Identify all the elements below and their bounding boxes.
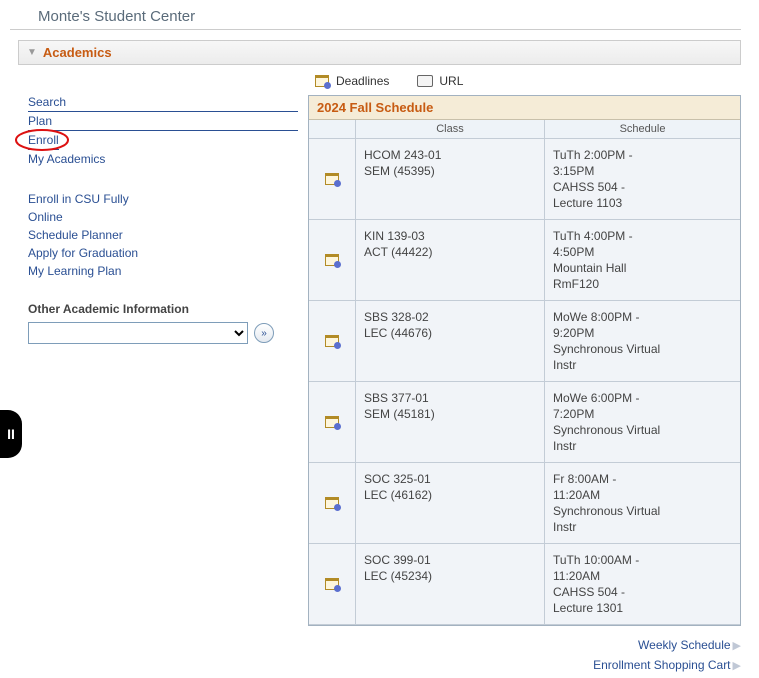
go-button[interactable]: »: [254, 323, 274, 343]
class-cell: SOC 399-01LEC (45234): [355, 544, 544, 624]
other-academic-info-label: Other Academic Information: [28, 302, 298, 316]
nav-search[interactable]: Search: [28, 93, 298, 112]
nav-group-secondary: Enroll in CSU Fully Online Schedule Plan…: [28, 190, 298, 280]
link-enrollment-cart[interactable]: Enrollment Shopping Cart: [593, 658, 730, 672]
class-cell: SBS 328-02LEC (44676): [355, 301, 544, 381]
schedule-row: SBS 377-01SEM (45181)MoWe 6:00PM -7:20PM…: [309, 382, 740, 463]
row-icon-cell[interactable]: [309, 544, 355, 624]
schedule-cell: MoWe 6:00PM -7:20PMSynchronous VirtualIn…: [544, 382, 740, 462]
other-academic-info-select[interactable]: [28, 322, 248, 344]
section-header-academics[interactable]: ▼ Academics: [18, 40, 741, 65]
url-icon: [417, 73, 433, 89]
arrow-icon: ▶: [733, 640, 741, 652]
schedule-row: SOC 325-01LEC (46162)Fr 8:00AM -11:20AMS…: [309, 463, 740, 544]
pause-tab[interactable]: II: [0, 410, 22, 458]
schedule-row: SOC 399-01LEC (45234)TuTh 10:00AM -11:20…: [309, 544, 740, 625]
tab-url-label: URL: [439, 74, 463, 88]
schedule-row: SBS 328-02LEC (44676)MoWe 8:00PM -9:20PM…: [309, 301, 740, 382]
arrow-icon: ▶: [733, 660, 741, 672]
tab-deadlines[interactable]: Deadlines: [314, 73, 389, 89]
nav-enroll[interactable]: Enroll: [28, 131, 59, 150]
row-icon-cell[interactable]: [309, 463, 355, 543]
class-cell: SOC 325-01LEC (46162): [355, 463, 544, 543]
schedule-title: 2024 Fall Schedule: [309, 96, 740, 120]
row-icon-cell[interactable]: [309, 382, 355, 462]
pause-icon: II: [7, 426, 15, 442]
section-label: Academics: [43, 45, 112, 60]
class-cell: KIN 139-03ACT (44422): [355, 220, 544, 300]
schedule-header-row: Class Schedule: [309, 120, 740, 139]
schedule-cell: TuTh 2:00PM -3:15PMCAHSS 504 -Lecture 11…: [544, 139, 740, 219]
nav-my-learning-plan[interactable]: My Learning Plan: [28, 262, 298, 280]
nav-my-academics[interactable]: My Academics: [28, 150, 298, 168]
bottom-links: Weekly Schedule▶ Enrollment Shopping Car…: [308, 638, 741, 672]
calendar-icon: [324, 495, 340, 511]
tab-url[interactable]: URL: [417, 73, 463, 89]
deadlines-icon: [314, 73, 330, 89]
col-schedule-header: Schedule: [544, 120, 740, 138]
page-title: Monte's Student Center: [10, 0, 741, 30]
schedule-row: HCOM 243-01SEM (45395)TuTh 2:00PM -3:15P…: [309, 139, 740, 220]
calendar-icon: [324, 576, 340, 592]
nav-plan[interactable]: Plan: [28, 112, 298, 131]
calendar-icon: [324, 252, 340, 268]
sidebar: Search Plan Enroll My Academics Enroll i…: [18, 65, 308, 678]
calendar-icon: [324, 414, 340, 430]
row-icon-cell[interactable]: [309, 139, 355, 219]
schedule-cell: TuTh 10:00AM -11:20AMCAHSS 504 -Lecture …: [544, 544, 740, 624]
calendar-icon: [324, 333, 340, 349]
col-class-header: Class: [355, 120, 544, 138]
schedule-row: KIN 139-03ACT (44422)TuTh 4:00PM -4:50PM…: [309, 220, 740, 301]
main-panel: Deadlines URL 2024 Fall Schedule Class S…: [308, 65, 741, 678]
collapse-icon: ▼: [27, 47, 37, 58]
calendar-icon: [324, 171, 340, 187]
nav-enroll-csu-online[interactable]: Enroll in CSU Fully Online: [28, 190, 148, 226]
row-icon-cell[interactable]: [309, 220, 355, 300]
schedule-cell: MoWe 8:00PM -9:20PMSynchronous VirtualIn…: [544, 301, 740, 381]
row-icon-cell[interactable]: [309, 301, 355, 381]
tab-deadlines-label: Deadlines: [336, 74, 389, 88]
nav-group-primary: Search Plan Enroll My Academics: [28, 93, 298, 168]
class-cell: SBS 377-01SEM (45181): [355, 382, 544, 462]
class-cell: HCOM 243-01SEM (45395): [355, 139, 544, 219]
link-weekly-schedule[interactable]: Weekly Schedule: [638, 638, 731, 652]
nav-apply-graduation[interactable]: Apply for Graduation: [28, 244, 298, 262]
nav-schedule-planner[interactable]: Schedule Planner: [28, 226, 148, 244]
schedule-cell: Fr 8:00AM -11:20AMSynchronous VirtualIns…: [544, 463, 740, 543]
go-icon: »: [261, 328, 267, 339]
schedule-cell: TuTh 4:00PM -4:50PMMountain HallRmF120: [544, 220, 740, 300]
schedule-box: 2024 Fall Schedule Class Schedule HCOM 2…: [308, 95, 741, 626]
